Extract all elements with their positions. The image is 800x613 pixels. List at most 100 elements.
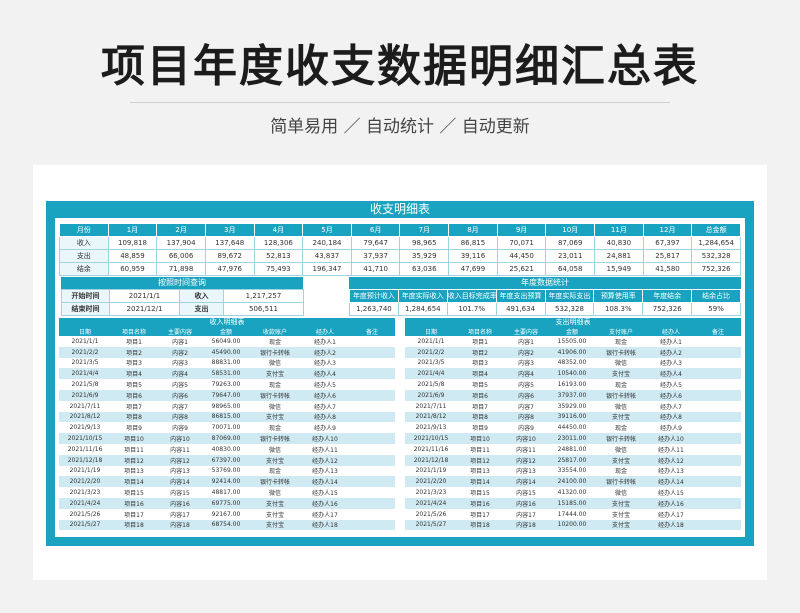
table-cell: 88831.00 (211, 359, 241, 367)
annual-header-row: 年度预计收入 年度实际收入 收入目标完成率 年度支出预算 年度实际支出 预算使用率 年度结余… (349, 289, 741, 303)
monthly-cell: 1,284,654 (691, 236, 741, 250)
table-cell (349, 368, 395, 380)
table-cell: 现金 (268, 338, 281, 346)
table-cell (349, 487, 395, 498)
monthly-cell: 75,493 (253, 262, 304, 276)
monthly-row-label: 支出 (59, 249, 109, 263)
table-row: 2021/4/4 项目4 内容4 10540.00 支付宝 经办人4 (405, 368, 741, 380)
table-cell: 现金 (614, 425, 627, 433)
monthly-cell: 128,306 (253, 236, 304, 250)
table-cell (695, 389, 741, 401)
table-row: 2021/6/9 项目6 内容6 79647.00 银行卡转帐 经办人6 (59, 389, 395, 401)
table-cell: 内容8 (503, 411, 549, 423)
monthly-row: 支出 48,859 66,006 89,672 52,813 43,837 37,937 35… (59, 249, 741, 263)
monthly-cell: 43,837 (302, 249, 352, 263)
table-cell: 经办人11 (312, 446, 338, 454)
table-cell: 内容1 (172, 338, 188, 346)
detail-header-cell: 金额 (549, 327, 595, 336)
table-cell: 内容14 (157, 476, 203, 488)
monthly-cell: 240,184 (302, 236, 352, 250)
table-cell: 33554.00 (557, 467, 587, 475)
table-cell: 79647.00 (203, 389, 249, 401)
table-cell: 项目8 (111, 411, 157, 423)
monthly-header-row: 月份 1月 2月 3月 4月 5月 6月 7月 8月 9月 10月 11月 12月 总金额 (59, 223, 741, 237)
sheet-frame: 收支明细表 月份 1月 2月 3月 4月 5月 6月 7月 8月 9月 10月 11月 12月 总金额 收… (46, 201, 754, 546)
table-cell: 内容15 (170, 490, 190, 498)
table-cell: 2021/2/2 (59, 346, 111, 358)
table-cell: 项目10 (457, 433, 503, 444)
table-row: 2021/12/18 项目12 内容12 25817.00 支付宝 经办人12 (405, 454, 741, 466)
monthly-header-cell: 9月 (496, 223, 547, 237)
table-cell: 2021/9/13 (415, 424, 447, 432)
table-row: 2021/2/20 项目14 内容14 92414.00 银行卡转帐 经办人14 (59, 476, 395, 488)
table-cell: 2021/7/11 (415, 402, 447, 410)
table-cell: 项目16 (457, 497, 503, 509)
table-cell: 项目5 (126, 382, 142, 390)
table-cell: 48352.00 (557, 359, 587, 367)
table-cell: 经办人14 (301, 476, 349, 488)
table-cell: 项目6 (111, 389, 157, 401)
table-cell: 经办人13 (312, 468, 338, 476)
end-time-input[interactable]: 2021/12/1 (109, 302, 180, 316)
table-cell: 项目8 (457, 411, 503, 423)
table-cell: 70071.00 (211, 424, 241, 432)
monthly-cell: 752,326 (691, 262, 741, 276)
table-cell: 内容11 (516, 446, 536, 454)
table-cell: 经办人8 (647, 411, 695, 423)
table-cell: 银行卡转帐 (249, 346, 301, 358)
table-cell: 2021/5/26 (69, 510, 101, 518)
table-cell: 2021/1/1 (71, 337, 99, 345)
table-cell: 经办人7 (314, 403, 336, 411)
table-cell: 项目12 (457, 454, 503, 466)
table-cell: 支付宝 (595, 368, 647, 380)
table-cell: 10540.00 (549, 368, 595, 380)
table-row: 2021/11/16 项目11 内容11 40830.00 微信 经办人11 (59, 444, 395, 455)
table-cell: 项目3 (126, 360, 142, 368)
table-cell: 内容7 (518, 403, 534, 411)
table-cell: 微信 (268, 360, 281, 368)
monthly-cell: 37,937 (350, 249, 401, 263)
table-cell: 79263.00 (211, 381, 241, 389)
table-cell: 经办人16 (647, 497, 695, 509)
table-cell (695, 454, 741, 466)
table-cell: 经办人1 (314, 338, 336, 346)
start-time-input[interactable]: 2021/1/1 (109, 289, 180, 303)
table-cell: 支付宝 (249, 411, 301, 423)
monthly-cell: 66,006 (156, 249, 206, 263)
table-cell: 支付宝 (249, 519, 301, 531)
table-cell: 支付宝 (611, 511, 630, 519)
table-cell: 经办人2 (647, 346, 695, 358)
table-cell: 支付宝 (265, 511, 284, 519)
table-row: 2021/4/24 项目16 内容16 69775.00 支付宝 经办人16 (59, 497, 395, 509)
monthly-row-label: 收入 (59, 236, 109, 250)
annual-stats-title: 年度数据统计 (349, 277, 741, 289)
table-cell (695, 401, 741, 412)
table-cell: 现金 (268, 468, 281, 476)
table-cell: 内容10 (157, 433, 203, 444)
monthly-cell: 40,830 (594, 236, 644, 250)
table-cell: 项目5 (472, 382, 488, 390)
table-row: 2021/2/2 项目2 内容2 45490.00 银行卡转帐 经办人2 (59, 346, 395, 358)
table-cell: 经办人5 (314, 382, 336, 390)
table-cell: 2021/1/1 (417, 337, 445, 345)
table-cell: 微信 (614, 403, 627, 411)
annual-header-cell: 结余占比 (691, 289, 741, 303)
table-cell: 24100.00 (549, 476, 595, 488)
table-cell: 项目2 (457, 346, 503, 358)
table-cell: 项目1 (472, 338, 488, 346)
table-cell: 内容15 (516, 490, 536, 498)
expense-detail-table: 日期 项目名称 主要内容 金额 支付账户 经办人 备注 2021/1/1 项目1 内容1 1550… (405, 327, 741, 531)
table-cell: 2021/2/2 (405, 346, 457, 358)
income-detail-panel: 收入明细表 日期 项目名称 主要内容 金额 收款账户 经办人 备注 2021/1/1 项目1 内… (59, 318, 395, 531)
table-cell: 内容4 (503, 368, 549, 380)
query-end-row: 结束时间 2021/12/1 支出 506,511 (61, 302, 304, 316)
table-cell: 微信 (614, 490, 627, 498)
table-cell: 25817.00 (549, 454, 595, 466)
table-cell: 内容12 (503, 454, 549, 466)
table-row: 2021/3/23 项目15 内容15 41320.00 微信 经办人15 (405, 487, 741, 498)
table-cell (695, 422, 741, 433)
table-cell: 银行卡转帐 (249, 389, 301, 401)
monthly-cell: 137,648 (204, 236, 255, 250)
table-cell: 2021/1/19 (415, 467, 447, 475)
table-cell (695, 358, 741, 369)
